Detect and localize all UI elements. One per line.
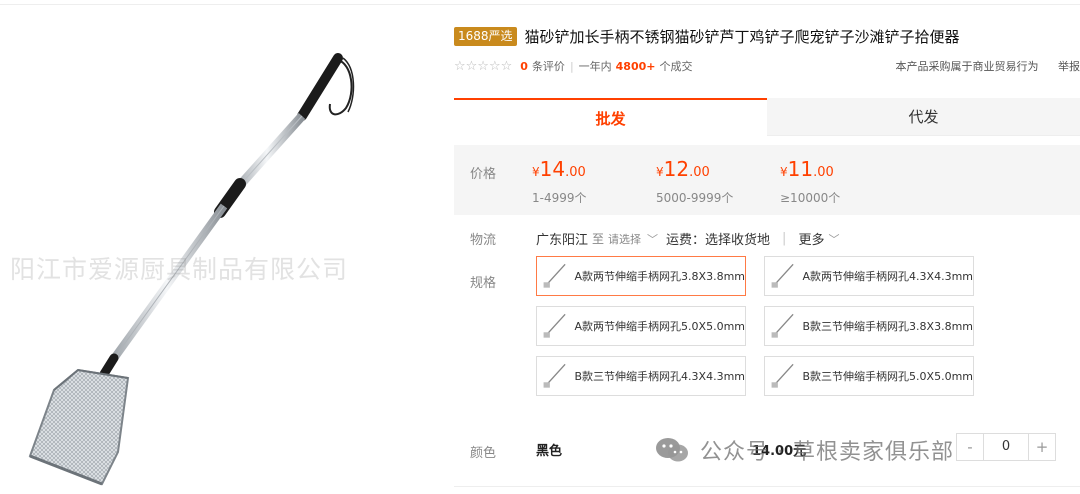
quantity-input[interactable]: 0	[983, 434, 1029, 460]
product-title: 猫砂铲加长手柄不锈钢猫砂铲芦丁鸡铲子爬宠铲子沙滩铲子拾便器	[524, 28, 960, 46]
wechat-watermark: 公众号 · 草根卖家俱乐部	[654, 434, 954, 466]
product-image[interactable]: 阳江市爱源厨具制品有限公司	[0, 8, 440, 494]
price-tier: ¥12.00 5000-9999个	[656, 157, 733, 206]
price-range: 1-4999个	[532, 191, 587, 205]
chevron-down-icon[interactable]: ﹀	[647, 231, 658, 247]
price-label: 价格	[470, 167, 497, 182]
price-tier: ¥14.00 1-4999个	[532, 157, 587, 206]
logistics-row: 广东阳江 至 请选择 ﹀ 运费：选择收货地 | 更多 ﹀	[536, 229, 847, 248]
spec-option[interactable]: B款三节伸缩手柄网孔3.8X3.8mm	[764, 306, 974, 346]
period-label: 一年内	[578, 60, 612, 73]
scooper-thumbnail-icon	[543, 313, 566, 338]
report-link[interactable]: 举报	[1058, 60, 1080, 73]
company-watermark: 阳江市爱源厨具制品有限公司	[10, 255, 349, 284]
spec-option-label: A款两节伸缩手柄网孔5.0X5.0mm	[574, 320, 745, 333]
divider: |	[569, 59, 574, 73]
price-integer: 12	[663, 157, 690, 181]
scooper-thumbnail-icon	[771, 313, 794, 338]
color-row: 颜色 黑色 14.00元 - 0 + 公众号 · 草根卖家俱乐部	[454, 428, 1080, 468]
wechat-account-text: 公众号 · 草根卖家俱乐部	[700, 440, 954, 465]
origin-location: 广东阳江	[536, 233, 589, 248]
more-button[interactable]: 更多	[798, 229, 824, 248]
deal-count: 4800+	[615, 59, 656, 73]
spec-option-label: B款三节伸缩手柄网孔3.8X3.8mm	[802, 320, 974, 333]
color-label: 颜色	[470, 446, 497, 461]
tab-dropship[interactable]: 代发	[767, 98, 1080, 136]
color-name: 黑色	[536, 444, 563, 459]
review-count[interactable]: 0	[520, 60, 528, 73]
spec-label: 规格	[470, 276, 497, 291]
rating-right: 本产品采购属于商业贸易行为 举报	[880, 58, 1080, 74]
price-integer: 14	[539, 157, 566, 181]
currency-symbol: ¥	[780, 165, 788, 179]
product-info-panel: 1688严选 猫砂铲加长手柄不锈钢猫砂铲芦丁鸡铲子爬宠铲子沙滩铲子拾便器 ☆☆☆…	[454, 0, 1080, 494]
shipping-fee: 运费：选择收货地	[666, 233, 771, 248]
scooper-thumbnail-icon	[543, 363, 566, 388]
to-label: 至	[592, 232, 605, 246]
destination-select[interactable]: 请选择	[608, 231, 641, 247]
currency-symbol: ¥	[656, 165, 664, 179]
spec-option-label: A款两节伸缩手柄网孔4.3X4.3mm	[802, 270, 973, 283]
increase-button[interactable]: +	[1029, 438, 1055, 456]
spec-option[interactable]: A款两节伸缩手柄网孔4.3X4.3mm	[764, 256, 974, 296]
chevron-down-icon[interactable]: ﹀	[828, 231, 839, 247]
scooper-thumbnail-icon	[771, 263, 794, 288]
star-outline-icon: ☆☆☆☆☆	[454, 58, 513, 74]
review-label[interactable]: 条评价	[532, 58, 565, 74]
bottom-divider	[454, 486, 1080, 487]
price-tier: ¥11.00 ≥10000个	[780, 157, 840, 206]
spec-option[interactable]: B款三节伸缩手柄网孔4.3X4.3mm	[536, 356, 746, 396]
price-box: 价格 ¥14.00 1-4999个 ¥12.00 5000-9999个 ¥11.…	[454, 145, 1080, 215]
scooper-thumbnail-icon	[771, 363, 794, 388]
yanxuan-badge: 1688严选	[454, 27, 517, 46]
price-range: ≥10000个	[780, 191, 841, 205]
price-decimal: .00	[565, 165, 586, 180]
spec-option-label: A款两节伸缩手柄网孔3.8X3.8mm	[574, 270, 745, 283]
title-row: 1688严选 猫砂铲加长手柄不锈钢猫砂铲芦丁鸡铲子爬宠铲子沙滩铲子拾便器	[454, 26, 960, 47]
wechat-icon	[656, 438, 688, 462]
deal-label: 个成交	[659, 60, 693, 73]
spec-option[interactable]: A款两节伸缩手柄网孔3.8X3.8mm	[536, 256, 746, 296]
price-integer: 11	[787, 157, 814, 181]
spec-option[interactable]: A款两节伸缩手柄网孔5.0X5.0mm	[536, 306, 746, 346]
decrease-button[interactable]: -	[957, 438, 983, 456]
divider: |	[782, 231, 787, 246]
spec-option[interactable]: B款三节伸缩手柄网孔5.0X5.0mm	[764, 356, 974, 396]
price-decimal: .00	[689, 165, 710, 180]
purchase-tabs: 批发 代发	[454, 98, 1080, 136]
price-decimal: .00	[813, 165, 834, 180]
tab-wholesale[interactable]: 批发	[454, 98, 767, 136]
spec-option-label: B款三节伸缩手柄网孔5.0X5.0mm	[802, 370, 974, 383]
scooper-thumbnail-icon	[543, 263, 566, 288]
spec-option-label: B款三节伸缩手柄网孔4.3X4.3mm	[574, 370, 746, 383]
logistics-label: 物流	[470, 233, 497, 248]
price-range: 5000-9999个	[656, 191, 734, 205]
quantity-stepper: - 0 +	[956, 433, 1056, 461]
rating-row: ☆☆☆☆☆ 0 条评价 | 一年内 4800+ 个成交 本产品采购属于商业贸易行…	[454, 58, 1080, 74]
trade-note: 本产品采购属于商业贸易行为	[895, 60, 1039, 73]
currency-symbol: ¥	[532, 165, 540, 179]
